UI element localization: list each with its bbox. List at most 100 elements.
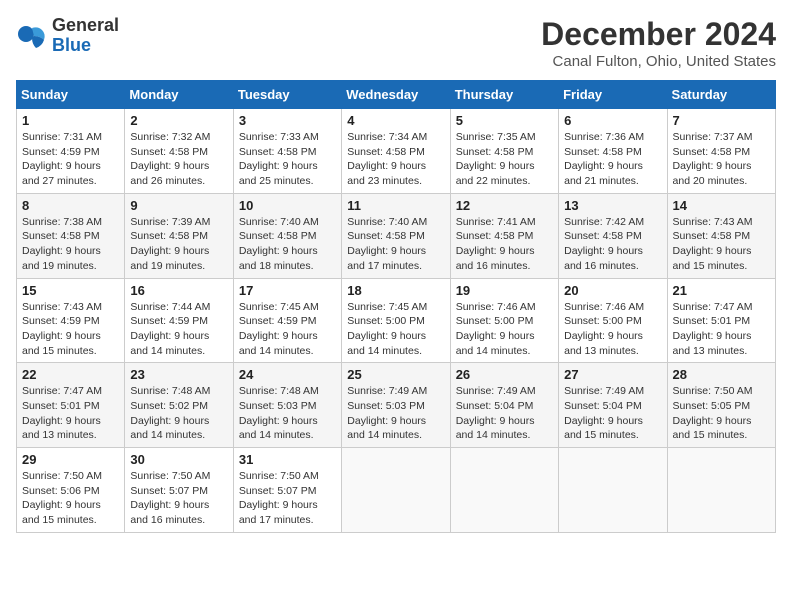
cell-info: Sunrise: 7:39 AMSunset: 4:58 PMDaylight:… [130, 216, 210, 272]
cell-info: Sunrise: 7:45 AMSunset: 5:00 PMDaylight:… [347, 301, 427, 357]
calendar-week-4: 22 Sunrise: 7:47 AMSunset: 5:01 PMDayligh… [17, 363, 776, 448]
day-number: 7 [673, 113, 770, 128]
calendar-cell: 27Sunrise: 7:49 AMSunset: 5:04 PMDayligh… [559, 363, 667, 448]
cell-info: Sunrise: 7:33 AMSunset: 4:58 PMDaylight:… [239, 131, 319, 187]
calendar-cell: 2 Sunrise: 7:32 AMSunset: 4:58 PMDaylight… [125, 109, 233, 194]
calendar-cell [342, 448, 450, 533]
calendar-cell: 17Sunrise: 7:45 AMSunset: 4:59 PMDayligh… [233, 278, 341, 363]
day-number: 11 [347, 198, 444, 213]
calendar-cell: 11 Sunrise: 7:40 AMSunset: 4:58 PMDayligh… [342, 193, 450, 278]
calendar-cell: 14 Sunrise: 7:43 AMSunset: 4:58 PMDayligh… [667, 193, 775, 278]
day-number: 12 [456, 198, 553, 213]
day-number: 20 [564, 283, 661, 298]
calendar-cell: 24 Sunrise: 7:48 AMSunset: 5:03 PMDayligh… [233, 363, 341, 448]
cell-info: Sunrise: 7:50 AMSunset: 5:07 PMDaylight:… [239, 470, 319, 526]
cell-info: Sunrise: 7:46 AMSunset: 5:00 PMDaylight:… [456, 301, 536, 357]
calendar-cell: 30 Sunrise: 7:50 AMSunset: 5:07 PMDayligh… [125, 448, 233, 533]
calendar-cell: 13Sunrise: 7:42 AMSunset: 4:58 PMDayligh… [559, 193, 667, 278]
calendar-cell [559, 448, 667, 533]
cell-info: Sunrise: 7:49 AMSunset: 5:03 PMDaylight:… [347, 385, 427, 441]
day-number: 14 [673, 198, 770, 213]
calendar-cell: 16 Sunrise: 7:44 AMSunset: 4:59 PMDayligh… [125, 278, 233, 363]
calendar-week-2: 8 Sunrise: 7:38 AMSunset: 4:58 PMDaylight… [17, 193, 776, 278]
day-number: 31 [239, 452, 336, 467]
day-number: 17 [239, 283, 336, 298]
cell-info: Sunrise: 7:47 AMSunset: 5:01 PMDaylight:… [22, 385, 102, 441]
day-number: 8 [22, 198, 119, 213]
calendar-week-5: 29 Sunrise: 7:50 AMSunset: 5:06 PMDayligh… [17, 448, 776, 533]
cell-info: Sunrise: 7:40 AMSunset: 4:58 PMDaylight:… [347, 216, 427, 272]
day-number: 29 [22, 452, 119, 467]
day-number: 27 [564, 367, 661, 382]
day-header-wednesday: Wednesday [342, 81, 450, 109]
cell-info: Sunrise: 7:48 AMSunset: 5:03 PMDaylight:… [239, 385, 319, 441]
cell-info: Sunrise: 7:44 AMSunset: 4:59 PMDaylight:… [130, 301, 210, 357]
day-number: 18 [347, 283, 444, 298]
day-number: 1 [22, 113, 119, 128]
calendar-cell [450, 448, 558, 533]
calendar-cell: 19 Sunrise: 7:46 AMSunset: 5:00 PMDayligh… [450, 278, 558, 363]
day-number: 22 [22, 367, 119, 382]
logo: General Blue [16, 16, 119, 56]
day-number: 4 [347, 113, 444, 128]
calendar-cell: 29 Sunrise: 7:50 AMSunset: 5:06 PMDayligh… [17, 448, 125, 533]
day-number: 13 [564, 198, 661, 213]
day-header-tuesday: Tuesday [233, 81, 341, 109]
title-area: December 2024 Canal Fulton, Ohio, United… [541, 16, 776, 70]
cell-info: Sunrise: 7:50 AMSunset: 5:06 PMDaylight:… [22, 470, 102, 526]
calendar-cell: 28Sunrise: 7:50 AMSunset: 5:05 PMDayligh… [667, 363, 775, 448]
day-number: 23 [130, 367, 227, 382]
day-number: 24 [239, 367, 336, 382]
cell-info: Sunrise: 7:47 AMSunset: 5:01 PMDaylight:… [673, 301, 753, 357]
day-header-monday: Monday [125, 81, 233, 109]
cell-info: Sunrise: 7:48 AMSunset: 5:02 PMDaylight:… [130, 385, 210, 441]
calendar-cell: 23 Sunrise: 7:48 AMSunset: 5:02 PMDayligh… [125, 363, 233, 448]
calendar-table: SundayMondayTuesdayWednesdayThursdayFrid… [16, 80, 776, 533]
calendar-cell: 1 Sunrise: 7:31 AMSunset: 4:59 PMDaylight… [17, 109, 125, 194]
calendar-cell: 5Sunrise: 7:35 AMSunset: 4:58 PMDaylight… [450, 109, 558, 194]
cell-info: Sunrise: 7:34 AMSunset: 4:58 PMDaylight:… [347, 131, 427, 187]
day-number: 15 [22, 283, 119, 298]
day-number: 21 [673, 283, 770, 298]
main-title: December 2024 [541, 16, 776, 53]
day-number: 16 [130, 283, 227, 298]
calendar-week-3: 15Sunrise: 7:43 AMSunset: 4:59 PMDayligh… [17, 278, 776, 363]
calendar-header-row: SundayMondayTuesdayWednesdayThursdayFrid… [17, 81, 776, 109]
calendar-week-1: 1 Sunrise: 7:31 AMSunset: 4:59 PMDaylight… [17, 109, 776, 194]
calendar-cell: 6Sunrise: 7:36 AMSunset: 4:58 PMDaylight… [559, 109, 667, 194]
cell-info: Sunrise: 7:49 AMSunset: 5:04 PMDaylight:… [456, 385, 536, 441]
calendar-cell: 4 Sunrise: 7:34 AMSunset: 4:58 PMDaylight… [342, 109, 450, 194]
calendar-cell: 22 Sunrise: 7:47 AMSunset: 5:01 PMDayligh… [17, 363, 125, 448]
cell-info: Sunrise: 7:38 AMSunset: 4:58 PMDaylight:… [22, 216, 102, 272]
calendar-cell: 20Sunrise: 7:46 AMSunset: 5:00 PMDayligh… [559, 278, 667, 363]
cell-info: Sunrise: 7:50 AMSunset: 5:07 PMDaylight:… [130, 470, 210, 526]
calendar-cell: 9 Sunrise: 7:39 AMSunset: 4:58 PMDaylight… [125, 193, 233, 278]
day-header-sunday: Sunday [17, 81, 125, 109]
day-number: 9 [130, 198, 227, 213]
logo-text: General Blue [52, 16, 119, 56]
subtitle: Canal Fulton, Ohio, United States [541, 53, 776, 70]
logo-icon [16, 20, 48, 52]
calendar-cell: 8 Sunrise: 7:38 AMSunset: 4:58 PMDaylight… [17, 193, 125, 278]
day-number: 2 [130, 113, 227, 128]
calendar-cell: 10Sunrise: 7:40 AMSunset: 4:58 PMDayligh… [233, 193, 341, 278]
cell-info: Sunrise: 7:41 AMSunset: 4:58 PMDaylight:… [456, 216, 536, 272]
calendar-cell: 7 Sunrise: 7:37 AMSunset: 4:58 PMDaylight… [667, 109, 775, 194]
calendar-cell: 18 Sunrise: 7:45 AMSunset: 5:00 PMDayligh… [342, 278, 450, 363]
day-number: 25 [347, 367, 444, 382]
day-number: 5 [456, 113, 553, 128]
cell-info: Sunrise: 7:43 AMSunset: 4:58 PMDaylight:… [673, 216, 753, 272]
page-header: General Blue December 2024 Canal Fulton,… [16, 16, 776, 70]
day-header-friday: Friday [559, 81, 667, 109]
day-number: 26 [456, 367, 553, 382]
day-number: 28 [673, 367, 770, 382]
day-header-saturday: Saturday [667, 81, 775, 109]
cell-info: Sunrise: 7:40 AMSunset: 4:58 PMDaylight:… [239, 216, 319, 272]
calendar-cell: 12 Sunrise: 7:41 AMSunset: 4:58 PMDayligh… [450, 193, 558, 278]
day-number: 19 [456, 283, 553, 298]
cell-info: Sunrise: 7:37 AMSunset: 4:58 PMDaylight:… [673, 131, 753, 187]
cell-info: Sunrise: 7:31 AMSunset: 4:59 PMDaylight:… [22, 131, 102, 187]
cell-info: Sunrise: 7:32 AMSunset: 4:58 PMDaylight:… [130, 131, 210, 187]
day-number: 30 [130, 452, 227, 467]
calendar-cell: 25 Sunrise: 7:49 AMSunset: 5:03 PMDayligh… [342, 363, 450, 448]
